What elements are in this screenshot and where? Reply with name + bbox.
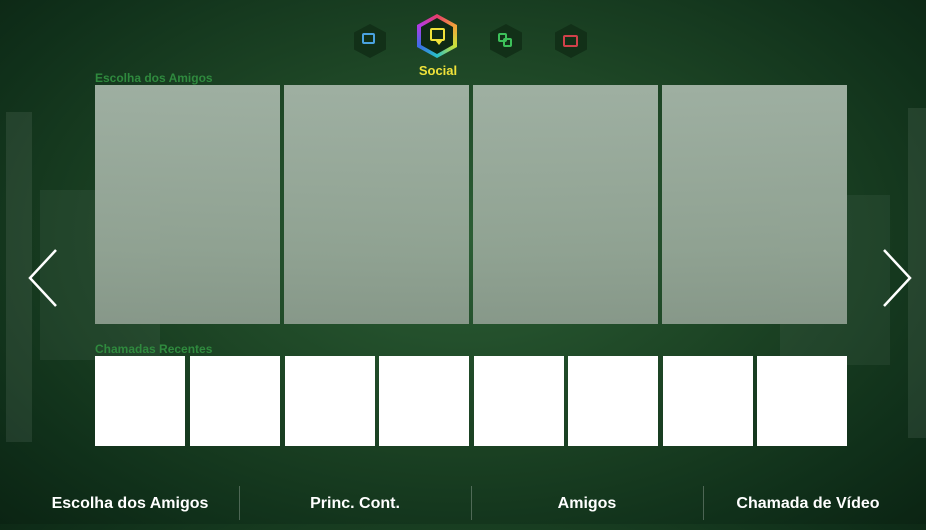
friends-pick-tile[interactable] [95,85,280,324]
tab-video-call[interactable]: Chamada de Vídeo [704,478,912,524]
recent-call-tile[interactable] [190,356,280,446]
recent-calls-heading: Chamadas Recentes [95,342,213,356]
friends-pick-tile[interactable] [284,85,469,324]
text-icon[interactable] [354,24,386,58]
recent-call-tile[interactable] [285,356,375,446]
friends-pick-heading: Escolha dos Amigos [95,71,213,85]
tab-main-content[interactable]: Princ. Cont. [240,478,470,524]
bottom-tab-bar: Escolha dos Amigos Princ. Cont. Amigos C… [0,478,926,524]
tab-friends[interactable]: Amigos [472,478,702,524]
friends-pick-tile[interactable] [662,85,847,324]
camera-icon[interactable] [555,24,587,58]
social-icon[interactable] [417,14,457,58]
top-navigation: Social [0,8,926,78]
recent-call-tile[interactable] [379,356,469,446]
recent-call-tile[interactable] [663,356,753,446]
active-section-label: Social [418,63,458,78]
tab-friends-pick[interactable]: Escolha dos Amigos [20,478,240,524]
chevron-right-icon[interactable] [870,248,920,308]
friends-pick-tile[interactable] [473,85,658,324]
recent-call-tile[interactable] [95,356,185,446]
recent-call-tile[interactable] [757,356,847,446]
recent-call-tile[interactable] [568,356,658,446]
chevron-left-icon[interactable] [22,248,72,308]
recent-call-tile[interactable] [474,356,564,446]
apps-icon[interactable] [490,24,522,58]
